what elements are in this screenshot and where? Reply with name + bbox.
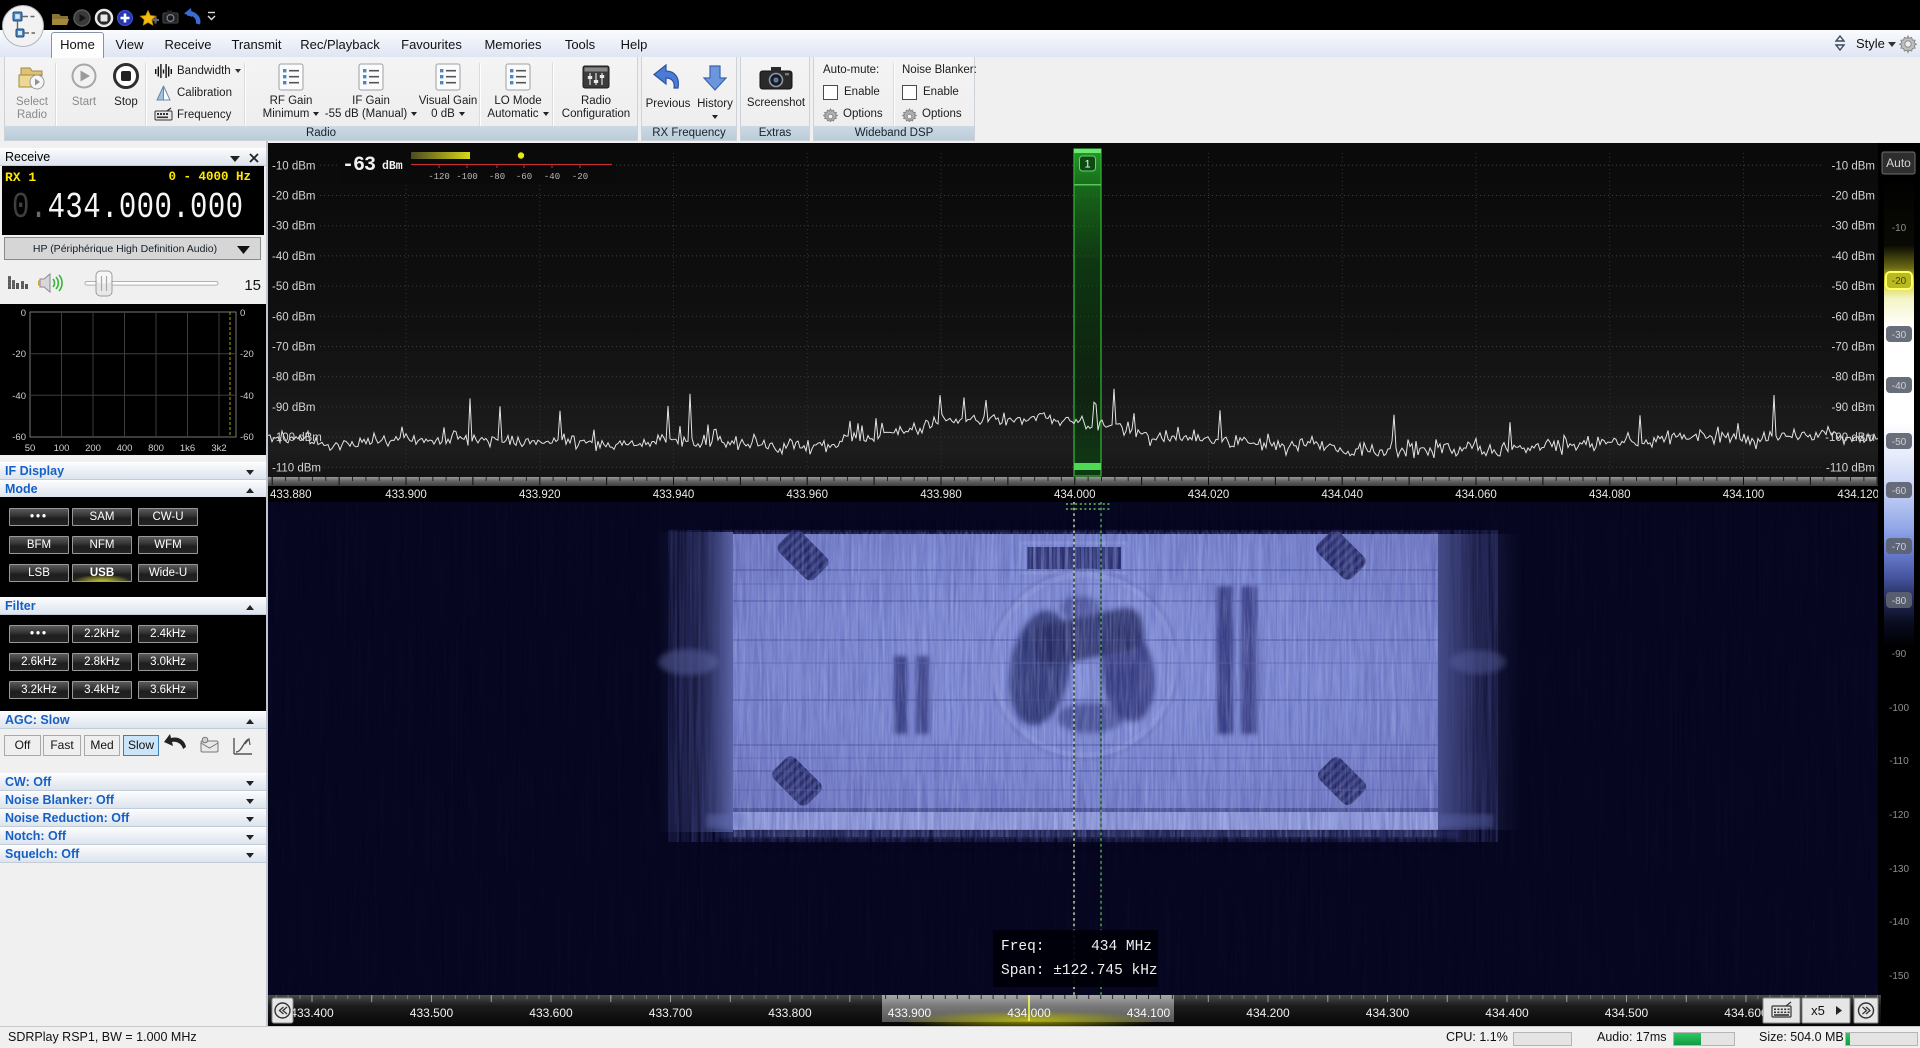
svg-text:-40: -40	[240, 391, 254, 402]
svg-text:-30: -30	[1892, 330, 1907, 341]
svg-text:Style: Style	[1856, 36, 1885, 51]
svg-text:-80 dBm: -80 dBm	[1832, 372, 1875, 384]
svg-text:434.100: 434.100	[1723, 489, 1765, 501]
svg-text:434.600: 434.600	[1724, 1006, 1768, 1020]
svg-text:-50 dBm: -50 dBm	[272, 281, 315, 293]
svg-text:-20: -20	[240, 349, 254, 360]
svg-text:3k2: 3k2	[211, 443, 226, 454]
svg-text:433.600: 433.600	[529, 1006, 573, 1020]
svg-text:-110 dBm: -110 dBm	[272, 462, 321, 474]
svg-text:-70 dBm: -70 dBm	[1832, 342, 1875, 354]
svg-text:-80: -80	[489, 172, 505, 182]
svg-text:-40 dBm: -40 dBm	[1832, 251, 1875, 263]
svg-text:433.900: 433.900	[888, 1006, 932, 1020]
svg-text:433.700: 433.700	[649, 1006, 693, 1020]
svg-text:434.000: 434.000	[1054, 489, 1096, 501]
svg-text:-90 dBm: -90 dBm	[272, 402, 315, 414]
svg-text:50: 50	[25, 443, 36, 454]
svg-text:433.900: 433.900	[385, 489, 427, 501]
svg-text:1k6: 1k6	[180, 443, 195, 454]
svg-text:0: 0	[240, 308, 245, 319]
svg-text:Auto: Auto	[1886, 156, 1911, 170]
svg-text:dBm: dBm	[382, 160, 403, 173]
svg-text:-10: -10	[1892, 223, 1907, 234]
svg-text:-140: -140	[1889, 917, 1909, 928]
svg-text:433.800: 433.800	[768, 1006, 812, 1020]
svg-text:-30 dBm: -30 dBm	[1832, 221, 1875, 233]
svg-text:-20: -20	[12, 349, 26, 360]
svg-text:-110 dBm: -110 dBm	[1826, 462, 1875, 474]
svg-text:-60: -60	[240, 432, 254, 443]
svg-text:434.100: 434.100	[1127, 1006, 1171, 1020]
svg-text:0: 0	[21, 308, 26, 319]
svg-text:-90 dBm: -90 dBm	[1832, 402, 1875, 414]
svg-text:-40: -40	[1892, 381, 1907, 392]
svg-text:-60: -60	[516, 172, 532, 182]
svg-text:434.020: 434.020	[1188, 489, 1230, 501]
svg-text:433.920: 433.920	[519, 489, 561, 501]
svg-text:-100 dBm: -100 dBm	[272, 432, 322, 444]
svg-text:-100 dBm: -100 dBm	[1825, 432, 1875, 444]
svg-text:434.200: 434.200	[1246, 1006, 1290, 1020]
svg-text:x5: x5	[1811, 1003, 1825, 1018]
svg-text:-60 dBm: -60 dBm	[1832, 311, 1875, 323]
svg-text:434.300: 434.300	[1366, 1006, 1410, 1020]
svg-text:1: 1	[1084, 159, 1090, 171]
svg-text:400: 400	[117, 443, 133, 454]
svg-text:-70: -70	[1892, 542, 1907, 553]
svg-text:-60 dBm: -60 dBm	[272, 311, 315, 323]
svg-text:200: 200	[85, 443, 101, 454]
svg-text:433.940: 433.940	[653, 489, 695, 501]
svg-text:433.400: 433.400	[290, 1006, 334, 1020]
svg-text:434.400: 434.400	[1485, 1006, 1529, 1020]
svg-text:Span: ±122.745 kHz: Span: ±122.745 kHz	[1001, 963, 1158, 979]
svg-text:433.880: 433.880	[270, 489, 312, 501]
svg-text:-10 dBm: -10 dBm	[272, 160, 315, 172]
svg-text:-63: -63	[342, 154, 375, 177]
svg-text:434.500: 434.500	[1605, 1006, 1649, 1020]
svg-text:434.080: 434.080	[1589, 489, 1631, 501]
svg-text:434.120: 434.120	[1837, 489, 1879, 501]
svg-text:Freq:: Freq:	[1001, 939, 1045, 955]
svg-text:-120: -120	[1889, 810, 1909, 821]
svg-text:-60: -60	[1892, 486, 1907, 497]
svg-text:-80: -80	[1892, 596, 1907, 607]
svg-text:-60: -60	[12, 432, 26, 443]
svg-text:-40 dBm: -40 dBm	[272, 251, 315, 263]
svg-text:-40: -40	[544, 172, 560, 182]
svg-text:-100: -100	[456, 172, 478, 182]
svg-text:434 MHz: 434 MHz	[1091, 939, 1152, 955]
svg-text:-130: -130	[1889, 864, 1909, 875]
svg-text:100: 100	[54, 443, 70, 454]
svg-text:434.000: 434.000	[1007, 1006, 1051, 1020]
svg-text:-20: -20	[572, 172, 588, 182]
svg-text:-100: -100	[1889, 703, 1909, 714]
svg-text:433.960: 433.960	[786, 489, 828, 501]
svg-text:434.060: 434.060	[1455, 489, 1497, 501]
svg-text:-30 dBm: -30 dBm	[272, 221, 315, 233]
svg-text:-50: -50	[1892, 437, 1907, 448]
svg-text:15: 15	[244, 277, 261, 294]
svg-text:-40: -40	[12, 391, 26, 402]
svg-text:433.980: 433.980	[920, 489, 962, 501]
svg-text:-10 dBm: -10 dBm	[1832, 160, 1875, 172]
svg-text:433.500: 433.500	[410, 1006, 454, 1020]
svg-text:434.040: 434.040	[1321, 489, 1363, 501]
svg-text:-20: -20	[1892, 276, 1907, 287]
svg-text:-90: -90	[1892, 649, 1907, 660]
svg-text:-20 dBm: -20 dBm	[1832, 191, 1875, 203]
svg-text:-110: -110	[1889, 756, 1909, 767]
svg-text:-70 dBm: -70 dBm	[272, 342, 315, 354]
svg-text:-50 dBm: -50 dBm	[1832, 281, 1875, 293]
svg-text:-20 dBm: -20 dBm	[272, 191, 315, 203]
svg-text:-120: -120	[428, 172, 450, 182]
svg-text:800: 800	[148, 443, 164, 454]
svg-text:-150: -150	[1889, 971, 1909, 982]
svg-text:-80 dBm: -80 dBm	[272, 372, 315, 384]
